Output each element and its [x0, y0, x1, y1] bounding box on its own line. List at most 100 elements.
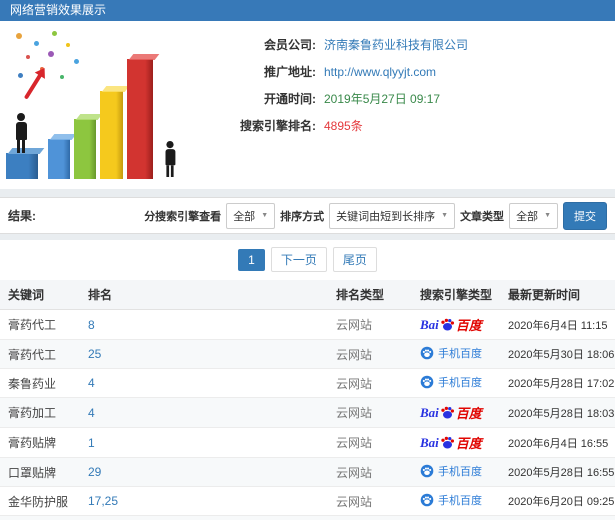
open-time-row: 开通时间: 2019年5月27日 09:17 [194, 91, 468, 108]
updated-cell: 2020年6月4日 16:55 [500, 427, 615, 458]
updated-cell: 2020年6月4日 11:10 [500, 515, 615, 520]
rank-cell[interactable]: 17,25 [80, 486, 328, 516]
rank-type-cell: 云网站 [328, 486, 412, 516]
growth-chart-illustration [4, 27, 194, 183]
engine-filter-select[interactable]: 全部 ▼ [226, 202, 276, 229]
filter-controls: 分搜索引擎查看 全部 ▼ 排序方式 关键词由短到长排序 ▼ 文章类型 全部 ▼ … [144, 201, 607, 230]
mobile-baidu-icon [420, 346, 434, 360]
rank-cell[interactable]: 1 [80, 427, 328, 458]
rank-count-value: 4895条 [324, 119, 363, 133]
decoration-dot [26, 55, 30, 59]
mobile-baidu-icon [420, 464, 434, 478]
table-row: 膏药贴牌 1 云网站 Bai 百度 2020年6月4日 16:55 [0, 427, 615, 458]
updated-cell: 2020年6月4日 11:15 [500, 309, 615, 340]
decoration-dot [66, 43, 70, 47]
mobile-baidu-label: 手机百度 [438, 466, 482, 478]
mobile-baidu-badge: 手机百度 [420, 463, 482, 479]
rank-cell[interactable]: 10 [80, 515, 328, 520]
rank-cell[interactable]: 25 [80, 339, 328, 369]
table-row: 膏药加工 4 云网站 Bai 百度 2020年5月28日 18:03 [0, 397, 615, 428]
keyword-cell: 金华防护服 [0, 486, 80, 516]
baidu-paw-icon [441, 436, 454, 449]
table-row: 金华防护服 17,25 云网站 手机百度 2020年6月20日 09:25 [0, 486, 615, 516]
header-rank: 排名 [80, 280, 328, 310]
article-type-label: 文章类型 [460, 210, 505, 223]
keyword-rank-table: 关键词 排名 排名类型 搜索引擎类型 最新更新时间 膏药代工 8 云网站 Bai [0, 280, 615, 520]
last-page-button[interactable]: 尾页 [332, 247, 377, 272]
rank-type-cell: 云网站 [328, 457, 412, 487]
bar-blue [48, 139, 70, 179]
member-company-row: 会员公司: 济南秦鲁药业科技有限公司 [194, 37, 468, 54]
rank-type-cell: 云网站 [328, 397, 412, 428]
rank-type-cell: 云网站 [328, 515, 412, 520]
submit-button[interactable]: 提交 [563, 201, 607, 230]
mobile-baidu-label: 手机百度 [438, 495, 482, 507]
keyword-cell: 膏药代工 [0, 339, 80, 369]
rank-type-cell: 云网站 [328, 368, 412, 398]
keyword-cell: 膏药贴牌 [0, 427, 80, 458]
open-time-value: 2019年5月27日 09:17 [324, 92, 441, 106]
mobile-baidu-icon [420, 375, 434, 389]
page-title: 网络营销效果展示 [10, 3, 107, 17]
keyword-cell: 秦鲁药业 [0, 368, 80, 398]
table-header-row: 关键词 排名 排名类型 搜索引擎类型 最新更新时间 [0, 280, 615, 310]
page-title-bar: 网络营销效果展示 [0, 0, 615, 21]
baidu-logo-cn: 百度 [455, 436, 482, 451]
decoration-dot [74, 59, 79, 64]
updated-cell: 2020年5月28日 17:02 [500, 368, 615, 398]
pagination: 1 下一页 尾页 [0, 240, 615, 280]
mobile-baidu-label: 手机百度 [438, 377, 482, 389]
businessman-figure [13, 113, 29, 153]
rank-type-cell: 云网站 [328, 309, 412, 340]
engine-cell: 手机百度 [412, 486, 500, 516]
engine-cell: 手机百度 [412, 515, 500, 520]
blue-platform-block [6, 153, 38, 179]
header-engine-type: 搜索引擎类型 [412, 280, 500, 310]
decoration-dot [16, 33, 22, 39]
engine-cell: Bai 百度 [412, 427, 500, 458]
mobile-baidu-badge: 手机百度 [420, 374, 482, 390]
promo-url-link[interactable]: http://www.qlyyjt.com [324, 64, 436, 81]
chevron-down-icon: ▼ [441, 212, 449, 219]
rank-cell[interactable]: 8 [80, 309, 328, 340]
promo-url-label: 推广地址: [264, 65, 316, 79]
businessman-figure [163, 141, 177, 177]
marketing-report-page: 网络营销效果展示 会员公司: 济南秦鲁药业科技有限公司 推广地址: http:/… [0, 0, 615, 520]
rank-type-cell: 云网站 [328, 427, 412, 458]
chevron-down-icon: ▼ [544, 212, 551, 219]
member-company-label: 会员公司: [264, 38, 316, 52]
header-keyword: 关键词 [0, 280, 80, 310]
keyword-cell: 膏药加工 [0, 397, 80, 428]
header-updated: 最新更新时间 [500, 280, 615, 310]
baidu-paw-icon [441, 406, 454, 419]
sort-filter-value: 关键词由短到长排序 [336, 210, 436, 223]
rank-cell[interactable]: 4 [80, 397, 328, 428]
engine-cell: Bai 百度 [412, 397, 500, 428]
bar-red [127, 59, 153, 179]
baidu-logo: Bai 百度 [420, 433, 482, 452]
engine-filter-label: 分搜索引擎查看 [144, 210, 222, 223]
sort-filter-select[interactable]: 关键词由短到长排序 ▼ [329, 202, 456, 229]
member-info: 会员公司: 济南秦鲁药业科技有限公司 推广地址: http://www.qlyy… [194, 21, 468, 189]
bar-green [74, 119, 96, 179]
baidu-logo-latin: Bai [420, 404, 439, 420]
rank-cell[interactable]: 4 [80, 368, 328, 398]
table-row: 膏药代工 25 云网站 手机百度 2020年5月30日 18:06 [0, 339, 615, 369]
table-row: 口罩贴牌 29 云网站 手机百度 2020年5月28日 16:55 [0, 457, 615, 487]
rank-cell[interactable]: 29 [80, 457, 328, 487]
member-company-link[interactable]: 济南秦鲁药业科技有限公司 [324, 37, 468, 54]
baidu-logo: Bai 百度 [420, 403, 482, 422]
next-page-button[interactable]: 下一页 [270, 247, 327, 272]
updated-cell: 2020年5月30日 18:06 [500, 339, 615, 369]
rank-count-row: 搜索引擎排名: 4895条 [194, 118, 468, 135]
baidu-paw-icon [441, 318, 454, 331]
page-1-button[interactable]: 1 [238, 248, 265, 271]
decoration-dot [34, 41, 39, 46]
decoration-dot [48, 51, 54, 57]
filter-bar: 结果: 分搜索引擎查看 全部 ▼ 排序方式 关键词由短到长排序 ▼ 文章类型 全… [0, 197, 615, 234]
engine-cell: 手机百度 [412, 457, 500, 487]
article-type-select[interactable]: 全部 ▼ [509, 202, 558, 229]
updated-cell: 2020年6月20日 09:25 [500, 486, 615, 516]
mobile-baidu-badge: 手机百度 [420, 492, 482, 508]
engine-filter-value: 全部 [233, 210, 256, 223]
